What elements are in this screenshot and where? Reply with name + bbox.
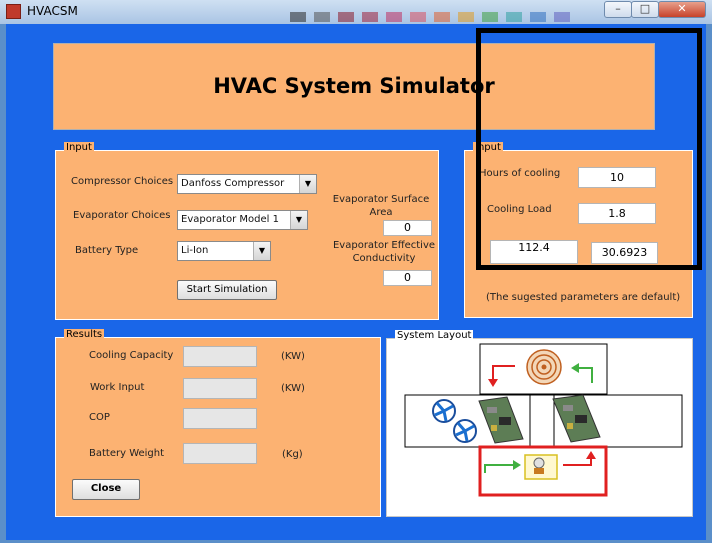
palette-swatch (458, 12, 474, 22)
palette-swatch (434, 12, 450, 22)
battery-select[interactable]: Li-Ion ▼ (177, 241, 271, 261)
palette-swatch (410, 12, 426, 22)
compressor-select-value: Danfoss Compressor (181, 178, 285, 189)
maximize-button[interactable]: □ (631, 1, 659, 18)
close-button[interactable]: Close (72, 479, 140, 500)
work-input-label: Work Input (90, 382, 145, 393)
system-layout-panel: System Layout (386, 330, 693, 517)
cop-output (183, 408, 257, 429)
expansion-valve-icon (524, 454, 558, 480)
battery-weight-label: Battery Weight (89, 448, 165, 459)
close-window-button[interactable]: ✕ (658, 1, 706, 18)
minimize-button[interactable]: – (604, 1, 632, 18)
chevron-down-icon: ▼ (290, 211, 307, 229)
default-parameters-note: (The sugested parameters are default) (486, 292, 681, 303)
highlight-annotation-rectangle (476, 28, 702, 270)
battery-select-value: Li-Ion (181, 245, 209, 256)
palette-swatch (530, 12, 546, 22)
app-window: HVACSM – □ ✕ HVAC System Simulator Input… (0, 0, 712, 543)
input-panel-label: Input (64, 142, 94, 153)
start-simulation-button[interactable]: Start Simulation (177, 280, 277, 300)
coil-icon (526, 349, 562, 385)
work-input-unit: (KW) (281, 383, 305, 394)
evaporator-select[interactable]: Evaporator Model 1 ▼ (177, 210, 308, 230)
conductivity-label: Evaporator Effective Conductivity (332, 240, 436, 264)
cooling-capacity-output (183, 346, 257, 367)
palette-swatch (290, 12, 306, 22)
window-title: HVACSM (27, 4, 78, 18)
compressor-select[interactable]: Danfoss Compressor ▼ (177, 174, 317, 194)
chevron-down-icon: ▼ (253, 242, 270, 260)
cooling-capacity-unit: (KW) (281, 351, 305, 362)
palette-swatch (362, 12, 378, 22)
battery-label: Battery Type (75, 245, 139, 256)
palette-swatch (482, 12, 498, 22)
chevron-down-icon: ▼ (299, 175, 316, 193)
work-input-output (183, 378, 257, 399)
palette-swatch (314, 12, 330, 22)
battery-weight-unit: (Kg) (282, 449, 303, 460)
surface-area-value: 0 (383, 220, 432, 236)
cop-label: COP (89, 412, 110, 423)
cooling-capacity-label: Cooling Capacity (89, 350, 174, 361)
compressor-label: Compressor Choices (71, 176, 174, 187)
palette-swatch (386, 12, 402, 22)
palette-swatch (338, 12, 354, 22)
results-panel: Results Cooling Capacity (KW) Work Input… (55, 329, 381, 517)
title-bar[interactable]: HVACSM – □ ✕ (0, 0, 712, 24)
palette-swatch (506, 12, 522, 22)
system-layout-label: System Layout (395, 330, 474, 341)
results-panel-label: Results (64, 329, 105, 340)
conductivity-value: 0 (383, 270, 432, 286)
battery-weight-output (183, 443, 257, 464)
input-panel: Input Compressor Choices Danfoss Compres… (55, 142, 439, 320)
system-layout-diagram (404, 343, 683, 497)
matlab-app-icon (6, 4, 21, 19)
surface-area-label: Evaporator Surface Area (332, 194, 430, 218)
evaporator-select-value: Evaporator Model 1 (181, 214, 279, 225)
evaporator-label: Evaporator Choices (73, 210, 171, 221)
palette-swatch (554, 12, 570, 22)
